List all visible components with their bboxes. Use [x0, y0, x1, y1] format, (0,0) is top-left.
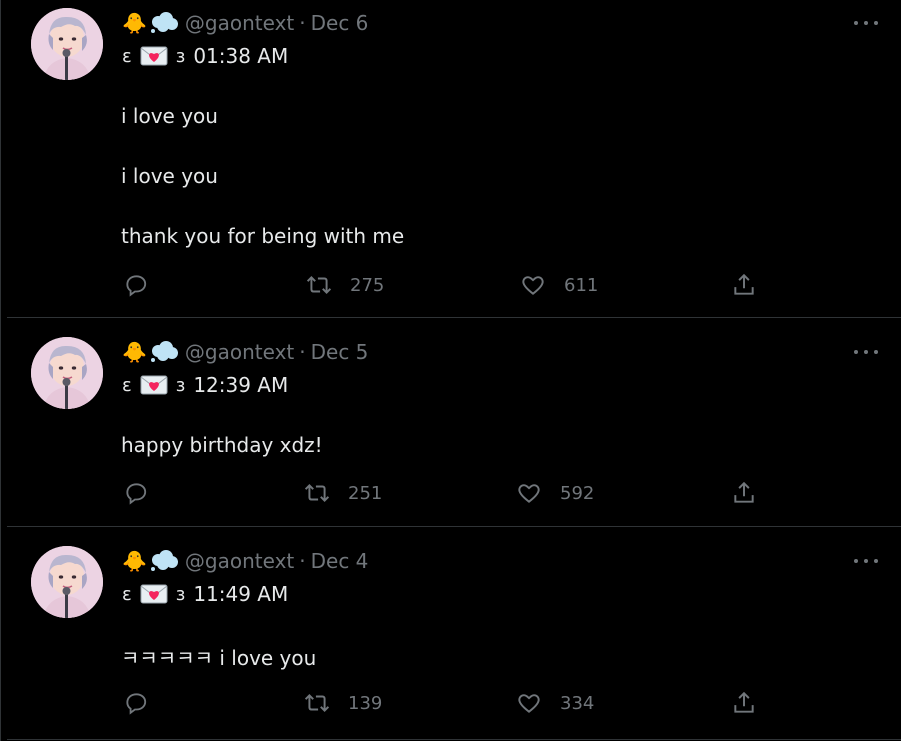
retweet-count: 275	[350, 274, 385, 296]
bracket-close: з	[175, 583, 186, 605]
share-icon	[734, 481, 754, 503]
like-button[interactable]: 592	[516, 480, 594, 506]
love-letter-icon	[140, 375, 168, 395]
avatar-photo	[31, 8, 103, 80]
avatar[interactable]	[31, 337, 103, 409]
like-count: 334	[560, 692, 595, 714]
avatar[interactable]	[31, 546, 103, 618]
separator: ·	[299, 340, 306, 364]
chick-emoji-icon: 🐥	[122, 340, 147, 364]
love-letter-icon	[140, 46, 168, 66]
heart-icon	[518, 484, 540, 503]
bracket-open: ɛ	[122, 583, 132, 605]
tweet-header: 🐥 @gaontext · Dec 5	[122, 339, 368, 365]
share-icon	[734, 691, 754, 713]
share-button[interactable]	[731, 480, 757, 506]
display-name: ɛ з 12:39 AM	[122, 371, 288, 399]
like-button[interactable]: 334	[516, 690, 594, 716]
bracket-open: ɛ	[122, 45, 132, 67]
retweet-count: 139	[348, 692, 383, 714]
chick-emoji-icon: 🐥	[122, 549, 147, 573]
tweet-text-line: i love you	[121, 104, 218, 128]
separator: ·	[299, 549, 306, 573]
retweet-count: 251	[348, 482, 383, 504]
retweet-button[interactable]: 251	[304, 480, 382, 506]
tweet[interactable]: 🐥 @gaontext · Dec 6 ɛ з 01:38 AM i love …	[1, 0, 901, 318]
tweet-header: 🐥 @gaontext · Dec 6	[122, 10, 368, 36]
more-options-icon[interactable]	[854, 18, 878, 28]
reply-button[interactable]	[123, 272, 149, 298]
retweet-icon	[304, 484, 330, 502]
more-options-icon[interactable]	[854, 347, 878, 357]
share-button[interactable]	[731, 690, 757, 716]
display-name: ɛ з 11:49 AM	[122, 580, 288, 608]
tweet[interactable]: 🐥 @gaontext · Dec 5 ɛ з 12:39 AM happy b…	[1, 318, 901, 527]
separator: ·	[299, 11, 306, 35]
chick-emoji-icon: 🐥	[122, 11, 147, 35]
share-icon	[734, 273, 754, 295]
like-count: 592	[560, 482, 595, 504]
timestamp[interactable]: Dec 6	[311, 11, 369, 35]
heart-icon	[518, 694, 540, 713]
handle[interactable]: @gaontext	[185, 340, 294, 364]
avatar[interactable]	[31, 8, 103, 80]
thought-bubble-icon	[150, 12, 178, 33]
bracket-close: з	[175, 45, 186, 67]
handle[interactable]: @gaontext	[185, 11, 294, 35]
timestamp[interactable]: Dec 5	[311, 340, 369, 364]
bracket-open: ɛ	[122, 374, 132, 396]
avatar-photo	[31, 546, 103, 618]
tweet-text-line: happy birthday xdz!	[121, 433, 323, 457]
display-name-time: 11:49 AM	[193, 582, 289, 606]
heart-icon	[522, 276, 544, 295]
timestamp[interactable]: Dec 4	[311, 549, 369, 573]
display-name: ɛ з 01:38 AM	[122, 42, 288, 70]
tweet-header: 🐥 @gaontext · Dec 4	[122, 548, 368, 574]
tweet-text-line: thank you for being with me	[121, 224, 405, 248]
like-button[interactable]: 611	[520, 272, 598, 298]
tweet[interactable]: 🐥 @gaontext · Dec 4 ɛ з 11:49 AM ㅋㅋㅋㅋㅋ i…	[1, 527, 901, 741]
reply-icon	[126, 275, 147, 297]
retweet-icon	[304, 694, 330, 712]
bracket-close: з	[175, 374, 186, 396]
tweet-text-line: i love you	[121, 164, 218, 188]
retweet-button[interactable]: 139	[304, 690, 382, 716]
reply-icon	[126, 693, 147, 715]
thought-bubble-icon	[150, 550, 178, 571]
love-letter-icon	[140, 584, 168, 604]
avatar-photo	[31, 337, 103, 409]
retweet-icon	[306, 276, 332, 294]
display-name-time: 12:39 AM	[193, 373, 289, 397]
reply-button[interactable]	[123, 690, 149, 716]
handle[interactable]: @gaontext	[185, 549, 294, 573]
timeline: 🐥 @gaontext · Dec 6 ɛ з 01:38 AM i love …	[0, 0, 901, 741]
retweet-button[interactable]: 275	[306, 272, 384, 298]
reply-icon	[126, 483, 147, 505]
tweet-text-line: ㅋㅋㅋㅋㅋ i love you	[121, 646, 317, 670]
reply-button[interactable]	[123, 480, 149, 506]
like-count: 611	[564, 274, 599, 296]
share-button[interactable]	[731, 272, 757, 298]
thought-bubble-icon	[150, 341, 178, 362]
more-options-icon[interactable]	[854, 556, 878, 566]
display-name-time: 01:38 AM	[193, 44, 289, 68]
divider	[7, 739, 901, 740]
